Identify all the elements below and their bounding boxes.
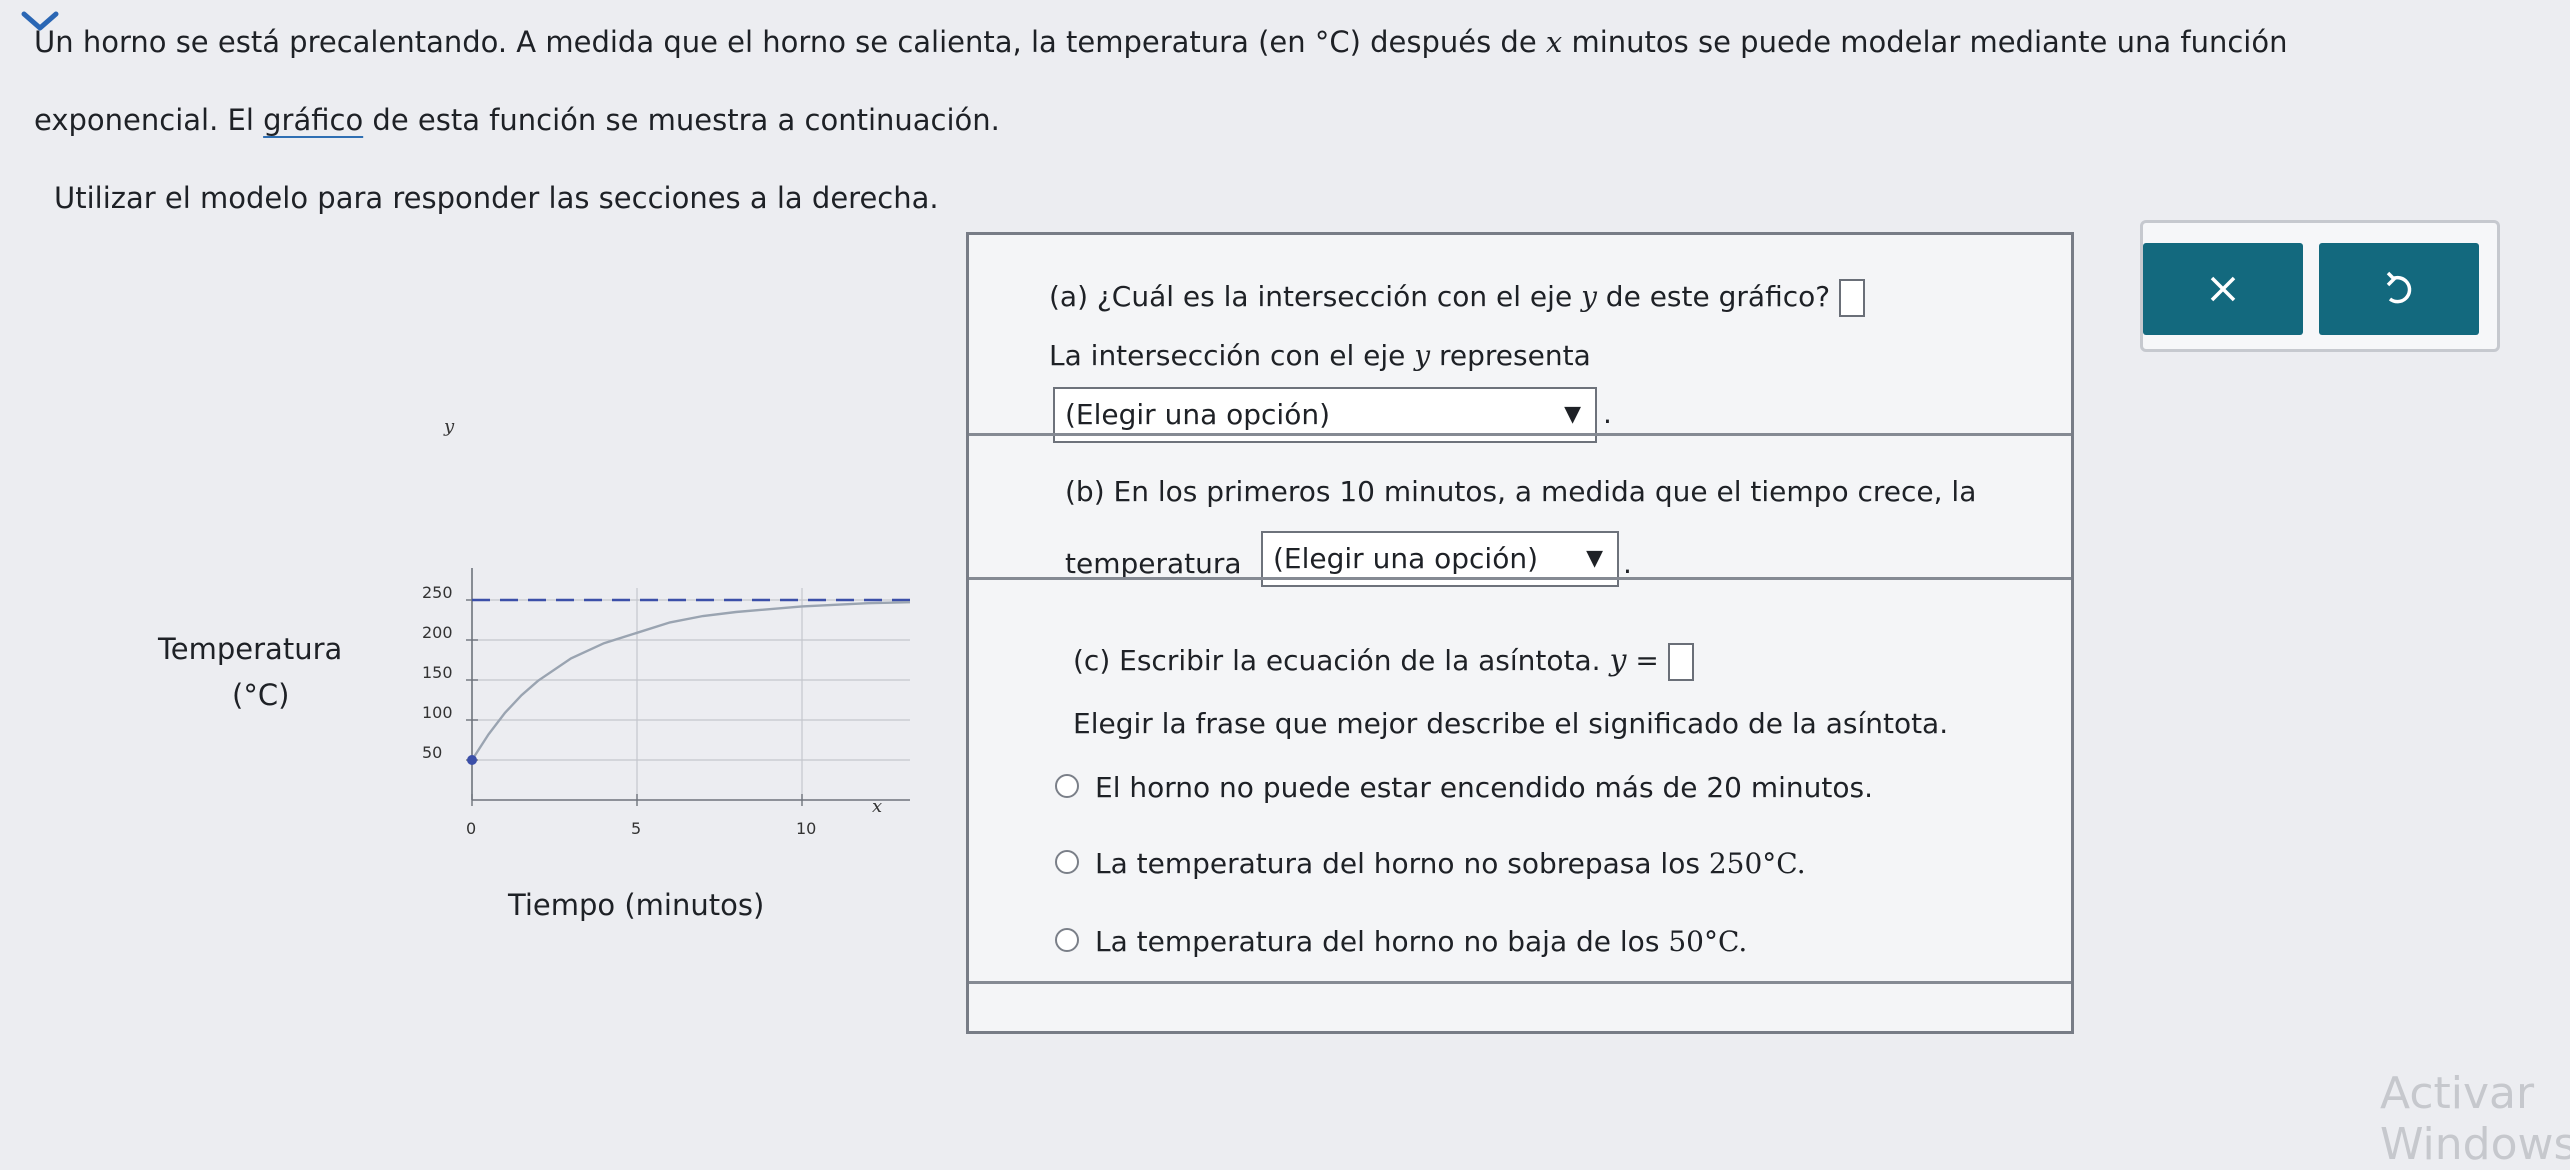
instruction-text: Utilizar el modelo para responder las se…	[54, 181, 939, 215]
radio-button[interactable]	[1055, 850, 1079, 874]
y-axis-unit: (°C)	[232, 678, 290, 712]
x-axis-variable: x	[872, 796, 882, 817]
undo-icon	[2386, 271, 2412, 304]
tool-panel	[2140, 220, 2500, 352]
clear-button[interactable]	[2143, 243, 2303, 335]
temperature-graph: 05101550100150200250 y x	[422, 416, 910, 838]
radio-button[interactable]	[1055, 774, 1079, 798]
question-a: (a) ¿Cuál es la intersección con el eje …	[1049, 279, 1865, 317]
problem-text-line-2: exponencial. El gráfico de esta función …	[34, 103, 1000, 137]
graph-axes: 05101550100150200250	[422, 568, 910, 838]
y-tick-label: 150	[422, 663, 453, 682]
x-tick-label: 10	[796, 819, 816, 838]
graph-grid	[472, 588, 910, 800]
y-axis-variable: y	[443, 416, 455, 437]
question-c: (c) Escribir la ecuación de la asíntota.…	[1073, 643, 1694, 681]
problem-text-line-1: Un horno se está precalentando. A medida…	[34, 25, 2288, 59]
question-c-instruction: Elegir la frase que mejor describe el si…	[1073, 707, 1949, 740]
y-tick-label: 200	[422, 623, 453, 642]
period-b: .	[1623, 547, 1632, 580]
x-icon	[2210, 276, 2236, 302]
undo-button[interactable]	[2319, 243, 2479, 335]
section-divider	[969, 981, 2071, 984]
radio-button[interactable]	[1055, 928, 1079, 952]
question-b: (b) En los primeros 10 minutos, a medida…	[1065, 475, 1977, 508]
period-a: .	[1603, 397, 1612, 430]
y-tick-label: 100	[422, 703, 453, 722]
asymptote-option-1[interactable]: El horno no puede estar encendido más de…	[1055, 771, 1873, 804]
y-tick-label: 250	[422, 583, 453, 602]
x-tick-label: 5	[631, 819, 641, 838]
answer-panel: (a) ¿Cuál es la intersección con el eje …	[966, 232, 2074, 1034]
question-a-represents: La intersección con el eje y representa	[1049, 339, 1591, 372]
y-axis-label: Temperatura	[158, 632, 343, 666]
y-tick-label: 50	[422, 743, 442, 762]
graph-link[interactable]: gráfico	[263, 103, 363, 137]
x-axis-label: Tiempo (minutos)	[508, 888, 765, 922]
question-b-temperatura: temperatura	[1065, 547, 1242, 580]
section-divider	[969, 577, 2071, 580]
y-intercept-answer-box[interactable]	[1839, 279, 1865, 317]
asymptote-answer-box[interactable]	[1667, 643, 1694, 681]
section-divider	[969, 433, 2071, 436]
y-intercept-point	[467, 755, 477, 765]
asymptote-option-2[interactable]: La temperatura del horno no sobrepasa lo…	[1055, 847, 1806, 880]
activate-windows-watermark: Activar Windows	[2380, 1068, 2570, 1170]
x-tick-label: 0	[466, 819, 476, 838]
asymptote-option-3[interactable]: La temperatura del horno no baja de los …	[1055, 925, 1747, 958]
graph-marks	[467, 598, 910, 765]
